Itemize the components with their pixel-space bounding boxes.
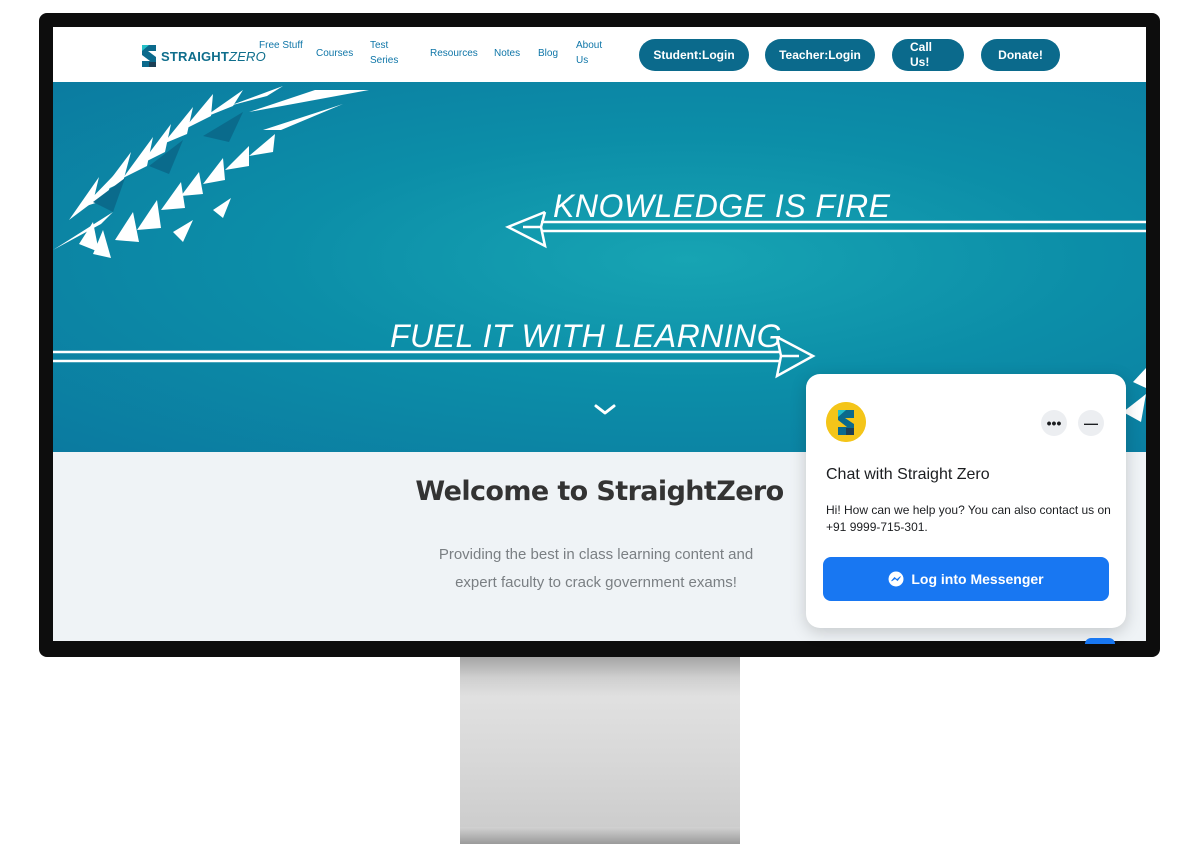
logo[interactable]: STRAIGHTZERO — [140, 43, 266, 69]
nav-link-free-stuff[interactable]: Free Stuff — [259, 38, 311, 53]
logo-text: STRAIGHTZERO — [161, 48, 266, 64]
monitor-stand — [460, 657, 740, 827]
nav-link-test-series[interactable]: Test Series — [370, 38, 408, 68]
messenger-icon — [888, 571, 904, 587]
chat-message: Hi! How can we help you? You can also co… — [826, 503, 1111, 534]
nav-link-about-us[interactable]: About Us — [576, 38, 612, 68]
chevron-down-icon[interactable] — [594, 404, 616, 416]
nav-link-courses[interactable]: Courses — [316, 46, 368, 61]
hero-line-1: KNOWLEDGE IS FIRE — [553, 188, 891, 224]
monitor-stand-base — [460, 827, 740, 844]
nav-link-resources[interactable]: Resources — [430, 46, 482, 61]
teacher-login-button[interactable]: Teacher:Login — [765, 39, 875, 71]
student-login-button[interactable]: Student:Login — [639, 39, 749, 71]
straightzero-avatar — [826, 402, 866, 442]
welcome-subtitle: Providing the best in class learning con… — [438, 546, 754, 591]
more-options-icon[interactable]: ••• — [1041, 410, 1067, 436]
chat-title: Chat with Straight Zero — [826, 466, 990, 483]
logo-mark-icon — [826, 402, 866, 442]
messenger-chat-widget: ••• — Chat with Straight Zero Hi! How ca… — [806, 374, 1126, 628]
hero-line-2: FUEL IT WITH LEARNING — [390, 318, 783, 354]
minimize-icon[interactable]: — — [1078, 410, 1104, 436]
donate-button[interactable]: Donate! — [981, 39, 1060, 71]
log-into-messenger-button[interactable]: Log into Messenger — [823, 557, 1109, 601]
call-us-button[interactable]: Call Us! — [892, 39, 964, 71]
chat-launcher-button[interactable] — [1085, 638, 1115, 644]
log-into-messenger-label: Log into Messenger — [911, 571, 1044, 587]
logo-mark-icon — [142, 45, 156, 67]
navbar: STRAIGHTZERO Free Stuff Courses Test Ser… — [53, 27, 1146, 83]
